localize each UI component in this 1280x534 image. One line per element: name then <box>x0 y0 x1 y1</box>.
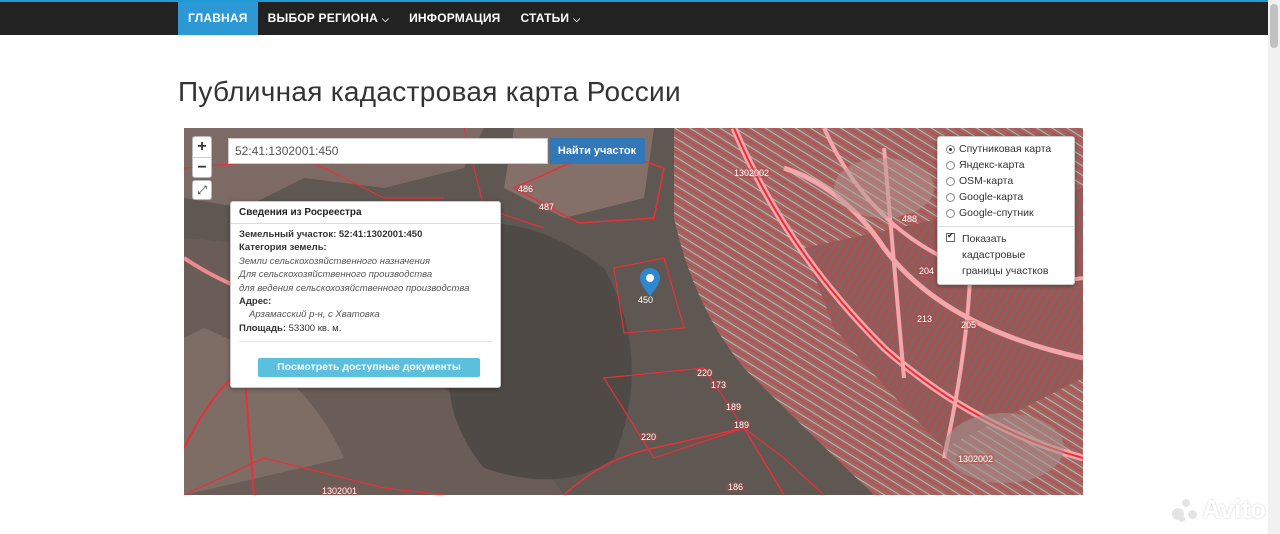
layer-option-label: Google-карта <box>959 191 1024 203</box>
scrollbar-thumb[interactable] <box>1270 4 1278 48</box>
nav-item-label: СТАТЬИ <box>520 11 570 25</box>
find-plot-button[interactable]: Найти участок <box>549 138 645 164</box>
zoom-in-button[interactable]: + <box>193 137 211 157</box>
land-category-line: Земли сельскохозяйственного назначения <box>239 255 431 267</box>
area-value: 53300 кв. м. <box>288 322 342 334</box>
chevron-down-icon: ⌵ <box>382 14 390 24</box>
plot-label: 213 <box>915 314 935 324</box>
plot-label: 1302001 <box>320 486 360 495</box>
nav-item-region[interactable]: ВЫБОР РЕГИОНА ⌵ <box>258 2 399 35</box>
plot-label: 189 <box>724 402 744 412</box>
avito-watermark: Avito <box>1170 494 1266 525</box>
layer-option-label: OSM-карта <box>959 175 1014 187</box>
plot-label: 488 <box>900 214 920 224</box>
show-boundaries-label: Показать кадастровые границы участков <box>962 233 1049 277</box>
nav-item-info[interactable]: ИНФОРМАЦИЯ <box>399 2 510 35</box>
plot-label: 1302002 <box>732 168 772 178</box>
fullscreen-button[interactable]: ⤢ <box>192 180 212 200</box>
layer-option-label: Спутниковая карта <box>959 143 1052 155</box>
info-popup-body: Земельный участок: 52:41:1302001:450 Кат… <box>231 224 500 339</box>
area-label: Площадь: <box>239 322 286 334</box>
view-documents-button[interactable]: Посмотреть доступные документы <box>258 358 480 377</box>
nav-item-home[interactable]: ГЛАВНАЯ <box>178 2 258 35</box>
nav-item-articles[interactable]: СТАТЬИ ⌵ <box>510 2 590 35</box>
land-category-line: для ведения сельскохозяйственного произв… <box>239 282 470 294</box>
plot-label: 186 <box>726 482 746 492</box>
avito-logo-icon <box>1170 496 1198 524</box>
layer-option-label: Яндекс-карта <box>959 159 1025 171</box>
layer-option-yandex[interactable]: Яндекс-карта <box>938 157 1074 173</box>
pin-plot-label: 450 <box>638 295 654 305</box>
cadastral-number-input[interactable]: 52:41:1302001:450 <box>228 138 548 164</box>
radio-button[interactable] <box>946 160 955 170</box>
navbar: ГЛАВНАЯ ВЫБОР РЕГИОНА ⌵ ИНФОРМАЦИЯ СТАТЬИ… <box>0 2 1268 35</box>
layer-switcher: Спутниковая карта Яндекс-карта OSM-карта… <box>937 136 1075 285</box>
radio-button[interactable] <box>946 144 955 154</box>
plot-number-label: Земельный участок: <box>239 229 337 240</box>
plot-label: 487 <box>537 202 557 212</box>
plot-label: 220 <box>639 432 659 442</box>
plot-label: 1302002 <box>956 454 996 464</box>
plot-label: 220 <box>695 368 715 378</box>
address-value: Арзамасский р-н, с Хватовка <box>249 309 380 321</box>
zoom-out-button[interactable]: − <box>193 157 211 177</box>
layer-option-google-satellite[interactable]: Google-спутник <box>938 205 1074 221</box>
nav-item-label: ИНФОРМАЦИЯ <box>409 11 501 25</box>
layer-option-google-map[interactable]: Google-карта <box>938 189 1074 205</box>
zoom-control: + − <box>192 136 212 178</box>
layer-option-satellite[interactable]: Спутниковая карта <box>938 141 1074 157</box>
page-title: Публичная кадастровая карта России <box>178 76 681 107</box>
radio-button[interactable] <box>946 208 955 218</box>
radio-button[interactable] <box>946 176 955 186</box>
land-category-label: Категория земель: <box>239 242 327 254</box>
plot-label: 189 <box>732 420 752 430</box>
address-label: Адрес: <box>239 296 272 308</box>
cadastral-map[interactable]: 1302002 486 487 488 204 213 205 220 173 … <box>184 128 1083 495</box>
layer-divider <box>938 226 1074 227</box>
nav-item-label: ГЛАВНАЯ <box>188 11 248 25</box>
nav-menu: ГЛАВНАЯ ВЫБОР РЕГИОНА ⌵ ИНФОРМАЦИЯ СТАТЬИ… <box>178 2 590 35</box>
scrollbar[interactable] <box>1268 0 1280 534</box>
show-boundaries-toggle[interactable]: Показать кадастровые границы участков <box>938 231 1074 279</box>
land-category-line: Для сельскохозяйственного производства <box>239 269 433 281</box>
expand-icon: ⤢ <box>197 183 207 197</box>
info-popup-header: Сведения из Росреестра <box>231 202 500 224</box>
plot-number-value: 52:41:1302001:450 <box>338 229 423 240</box>
plot-label: 205 <box>959 320 979 330</box>
layer-option-osm[interactable]: OSM-карта <box>938 173 1074 189</box>
radio-button[interactable] <box>946 192 955 202</box>
layer-option-label: Google-спутник <box>959 207 1034 219</box>
checkbox[interactable] <box>946 231 955 242</box>
info-divider <box>239 341 492 342</box>
nav-item-label: ВЫБОР РЕГИОНА <box>267 11 379 25</box>
watermark-text: Avito <box>1202 494 1267 524</box>
plot-label: 173 <box>709 380 729 390</box>
rosreestr-info-popup: Сведения из Росреестра Земельный участок… <box>230 201 501 388</box>
plot-label: 204 <box>917 266 937 276</box>
chevron-down-icon: ⌵ <box>573 14 581 24</box>
plot-label: 486 <box>516 184 536 194</box>
